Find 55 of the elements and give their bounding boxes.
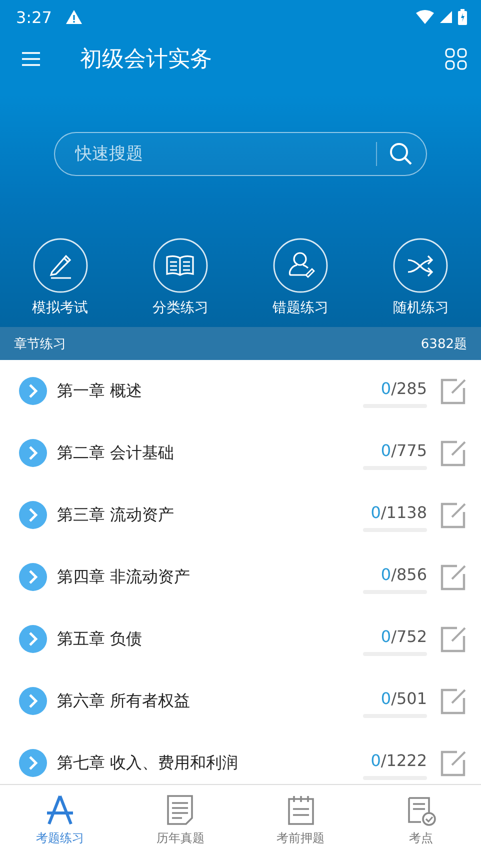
wifi-icon (416, 10, 434, 24)
progress-count: 0/856 (380, 564, 427, 584)
chapter-title[interactable]: 第二章 会计基础 (57, 442, 363, 464)
progress-count: 0/1222 (370, 750, 427, 770)
user-icon (273, 238, 328, 293)
progress-count: 0/285 (380, 378, 427, 398)
question-count: 6382题 (420, 336, 467, 352)
chapter-title[interactable]: 第三章 流动资产 (57, 504, 363, 526)
compass-icon (46, 794, 75, 825)
chevron-icon[interactable] (19, 563, 47, 591)
notepad-icon (288, 794, 314, 824)
nav-tab[interactable]: 历年真题 (120, 785, 240, 855)
edit-icon[interactable] (439, 625, 467, 653)
chapter-title[interactable]: 第四章 非流动资产 (57, 566, 363, 588)
chevron-icon[interactable] (19, 377, 47, 405)
nav-tab[interactable]: 考题练习 (0, 785, 120, 855)
edit-icon[interactable] (439, 377, 467, 405)
edit-icon[interactable] (439, 501, 467, 529)
chapter-title[interactable]: 第五章 负债 (57, 628, 363, 650)
warning-icon (66, 10, 82, 24)
checklist-icon (408, 796, 436, 826)
battery-icon (458, 9, 467, 25)
progress-count: 0/501 (380, 688, 427, 708)
nav-tab[interactable]: 考前押题 (240, 785, 361, 855)
shuffle-icon (393, 238, 448, 293)
progress-count: 0/1138 (370, 502, 427, 522)
section-title: 章节练习 (14, 336, 66, 352)
chevron-icon[interactable] (19, 501, 47, 529)
shortcut-button[interactable]: 分类练习 (120, 238, 240, 317)
edit-icon[interactable] (439, 563, 467, 591)
shortcut-button[interactable]: 错题练习 (240, 238, 361, 317)
edit-icon[interactable] (439, 439, 467, 467)
search-icon[interactable] (389, 142, 413, 166)
progress-count: 0/752 (380, 626, 427, 646)
progress-count: 0/775 (380, 440, 427, 460)
chapter-title[interactable]: 第一章 概述 (57, 380, 363, 402)
book-icon (152, 238, 208, 293)
nav-tab[interactable]: 考点 (360, 785, 481, 855)
pen-icon (32, 238, 88, 293)
chevron-icon[interactable] (19, 749, 47, 777)
status-time: 3:27 (16, 8, 52, 26)
menu-icon[interactable] (22, 52, 40, 66)
edit-icon[interactable] (439, 749, 467, 777)
document-icon (167, 794, 194, 824)
chevron-icon[interactable] (19, 687, 47, 715)
chapter-title[interactable]: 第七章 收入、费用和利润 (57, 752, 363, 774)
chevron-icon[interactable] (19, 439, 47, 467)
shortcut-button[interactable]: 随机练习 (360, 238, 481, 317)
grid-icon[interactable] (445, 48, 467, 70)
chevron-icon[interactable] (19, 625, 47, 653)
app-title: 初级会计实务 (80, 46, 213, 74)
shortcut-button[interactable]: 模拟考试 (0, 238, 120, 317)
edit-icon[interactable] (439, 687, 467, 715)
chapter-title[interactable]: 第六章 所有者权益 (57, 690, 363, 712)
signal-icon (440, 11, 452, 23)
